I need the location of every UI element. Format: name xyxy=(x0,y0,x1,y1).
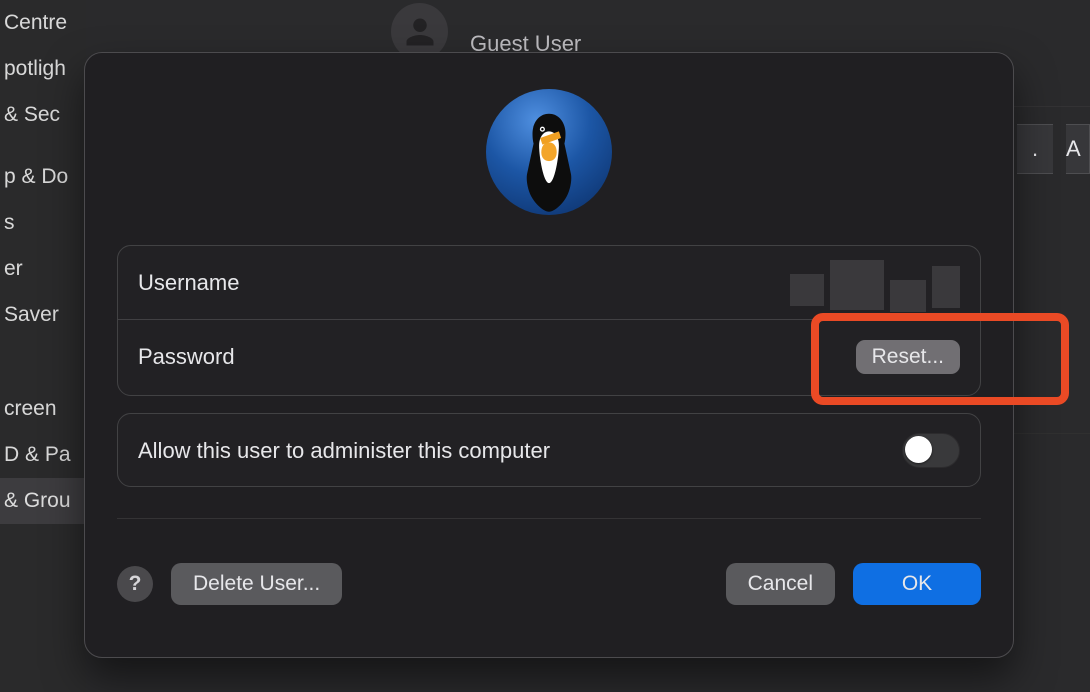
admin-row: Allow this user to administer this compu… xyxy=(118,414,980,487)
credentials-card: Username Password Reset... xyxy=(117,245,981,396)
password-row: Password Reset... xyxy=(118,319,980,393)
sidebar-item-screen-saver[interactable]: Saver xyxy=(0,292,86,338)
user-avatar[interactable] xyxy=(486,89,612,215)
reset-password-button[interactable]: Reset... xyxy=(856,340,960,374)
sidebar-item-touchid[interactable]: D & Pa xyxy=(0,432,86,478)
toggle-knob xyxy=(905,436,932,463)
sidebar-item-displays[interactable]: s xyxy=(0,200,86,246)
cancel-button[interactable]: Cancel xyxy=(726,563,835,605)
guest-user-row[interactable]: Guest User xyxy=(391,0,581,60)
password-label: Password xyxy=(138,344,235,370)
admin-card: Allow this user to administer this compu… xyxy=(117,413,981,487)
user-edit-sheet: Username Password Reset... Allow this us… xyxy=(84,52,1014,658)
sidebar-item-desktop-dock[interactable]: p & Do xyxy=(0,154,86,200)
sidebar-item-spotlight[interactable]: potligh xyxy=(0,46,86,92)
sidebar: Centre potligh & Sec p & Do s er Saver c… xyxy=(0,0,87,692)
sidebar-item-security[interactable]: & Sec xyxy=(0,92,86,138)
admin-toggle[interactable] xyxy=(902,433,960,468)
sidebar-item-wallpaper[interactable]: er xyxy=(0,246,86,292)
username-row: Username xyxy=(118,246,980,319)
username-value-redacted xyxy=(790,260,960,306)
help-button[interactable]: ? xyxy=(117,566,153,602)
truncated-button[interactable]: . xyxy=(1017,124,1053,174)
sidebar-item-users-groups[interactable]: & Grou xyxy=(0,478,86,524)
username-label: Username xyxy=(138,270,239,296)
delete-user-button[interactable]: Delete User... xyxy=(171,563,342,605)
truncated-button-a[interactable]: A xyxy=(1066,124,1090,174)
ok-button[interactable]: OK xyxy=(853,563,981,605)
admin-label: Allow this user to administer this compu… xyxy=(138,438,550,464)
sheet-divider xyxy=(117,518,981,519)
sidebar-item-lock-screen[interactable]: creen xyxy=(0,386,86,432)
sheet-footer: ? Delete User... Cancel OK xyxy=(117,563,981,605)
sidebar-item-centre[interactable]: Centre xyxy=(0,0,86,46)
